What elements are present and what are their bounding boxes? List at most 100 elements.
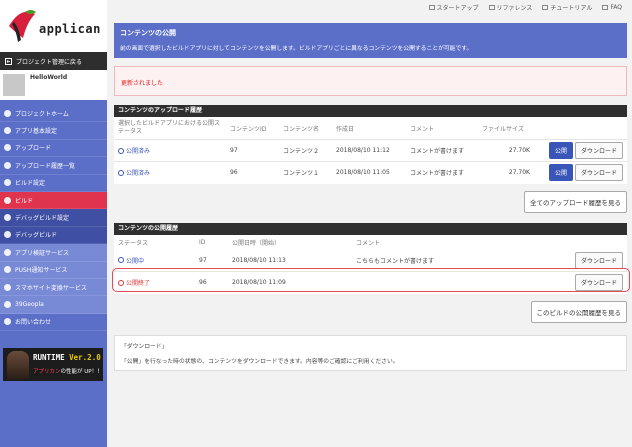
comment	[352, 271, 567, 294]
sidebar-item-label: デバッグビルド設定	[15, 215, 70, 223]
page-title: コンテンツの公開	[120, 29, 176, 37]
applican-logo-icon	[9, 10, 36, 42]
sidebar-item-upload[interactable]: アップロード	[0, 140, 107, 158]
sidebar-item-geopla[interactable]: 39Geopla	[0, 296, 107, 314]
publish-history-header: コンテンツの公開履歴	[114, 222, 627, 235]
column-header: コンテンツ名	[283, 125, 320, 133]
created-date: 2018/08/10 11:05	[332, 161, 406, 184]
comment: コメントが書けます	[406, 139, 478, 162]
sidebar-item-contact[interactable]: お問い合わせ	[0, 314, 107, 332]
question-icon	[602, 5, 609, 10]
sidebar-item-label: アップロード	[15, 145, 52, 153]
check-circle-icon	[118, 147, 124, 154]
table-header-row: 選択したビルドアプリにおける公開ステータス コンテンツID コンテンツ名 作成日…	[114, 117, 627, 140]
download-button[interactable]: ダウンロード	[574, 274, 623, 292]
push-icon	[4, 266, 11, 274]
column-header: 作成日	[336, 125, 355, 133]
sidebar-item-label: アップロード履歴一覧	[15, 162, 76, 170]
publish-more-wrap: このビルドの公開履歴を見る	[114, 294, 627, 329]
comment: コメントが書けます	[406, 161, 478, 184]
sidebar-item-debug-build-settings[interactable]: デバッグビルド設定	[0, 209, 107, 227]
circle-icon	[118, 279, 124, 286]
table-row: 公開済み 97 コンテンツ２ 2018/08/10 11:12 コメントが書けま…	[114, 139, 627, 162]
phone-icon	[4, 283, 11, 291]
sidebar-item-label: スマホサイト変換サービス	[15, 284, 87, 292]
check-circle-icon	[118, 257, 124, 264]
banner-version: Ver.2.0	[69, 353, 101, 362]
reference-link[interactable]: リファレンス	[488, 3, 533, 12]
debug-icon	[4, 231, 11, 239]
content-id: 97	[199, 256, 207, 264]
column-header: 公開日時（開始）	[232, 239, 281, 247]
created-date: 2018/08/10 11:12	[332, 139, 406, 162]
sidebar-item-label: お問い合わせ	[15, 319, 52, 327]
upload-history-table: 選択したビルドアプリにおける公開ステータス コンテンツID コンテンツ名 作成日…	[114, 117, 627, 184]
banner-subtitle: アプリカンの性能が UP！！	[33, 367, 103, 375]
sidebar-item-project-home[interactable]: プロジェクトホーム	[0, 105, 107, 123]
content-name: コンテンツ１	[279, 161, 332, 184]
table-row: 公開終了 96 2018/08/10 11:09 ダウンロード	[114, 271, 627, 294]
column-header: コンテンツID	[230, 125, 267, 133]
banner-title-text: RUNTIME	[33, 353, 70, 362]
sidebar-item-push[interactable]: PUSH通知サービス	[0, 261, 107, 279]
house-icon	[428, 5, 435, 10]
status-text: 公開中	[126, 257, 145, 265]
note-title: 「ダウンロード」	[121, 343, 168, 350]
upload-history-panel: コンテンツのアップロード履歴 選択したビルドアプリにおける公開ステータス コンテ…	[114, 105, 627, 184]
reference-label: リファレンス	[496, 5, 533, 12]
sidebar-item-label: ビルド	[15, 197, 34, 205]
back-icon	[5, 57, 12, 65]
project-name: HelloWorld	[30, 74, 68, 81]
startup-link[interactable]: スタートアップ	[428, 3, 479, 12]
sidebar-item-label: PUSH通知サービス	[15, 267, 68, 275]
sidebar-item-debug-build[interactable]: デバッグビルド	[0, 226, 107, 245]
book-icon	[488, 5, 495, 10]
sidebar-item-build-settings[interactable]: ビルド設定	[0, 175, 107, 192]
build-publish-history-button[interactable]: このビルドの公開履歴を見る	[530, 300, 627, 323]
table-row-active: 公開中 97 2018/08/10 11:13 こちらもコメントが書けます ダウ…	[114, 250, 627, 272]
column-header: コメント	[356, 239, 381, 247]
sidebar-item-smartphone-site[interactable]: スマホサイト変換サービス	[0, 278, 107, 297]
banner-sub: の性能が UP！！	[60, 369, 103, 375]
startup-label: スタートアップ	[436, 5, 479, 12]
sidebar-item-app-settings[interactable]: アプリ基本設定	[0, 122, 107, 140]
build-icon	[4, 196, 11, 204]
all-upload-history-button[interactable]: 全てのアップロード履歴を見る	[524, 190, 627, 213]
download-button[interactable]: ダウンロード	[574, 142, 623, 159]
content-name: コンテンツ２	[279, 139, 332, 162]
publish-button[interactable]: 公開	[549, 164, 574, 182]
download-button[interactable]: ダウンロード	[574, 164, 623, 182]
publish-history-panel: コンテンツの公開履歴 ステータス ID 公開日時（開始） コメント 公開中 97…	[114, 222, 627, 294]
check-circle-icon	[118, 169, 124, 176]
geopla-icon	[4, 300, 11, 308]
home-icon	[4, 109, 11, 117]
sidebar-item-label: 39Geopla	[15, 300, 44, 308]
sidebar-item-label: アプリ検証サービス	[15, 249, 70, 257]
banner-photo	[7, 351, 29, 379]
sidebar-item-build[interactable]: ビルド	[0, 191, 107, 210]
sidebar-item-label: デバッグビルド	[15, 232, 58, 240]
runtime-banner[interactable]: RUNTIME Ver.2.0 アプリカンの性能が UP！！	[3, 348, 103, 381]
column-header-actions	[567, 235, 627, 250]
sidebar: applican プロジェクト管理に戻る HelloWorld プロジェクトホー…	[0, 0, 107, 447]
banner-title: RUNTIME Ver.2.0	[33, 353, 101, 362]
logo-area[interactable]: applican	[0, 0, 107, 52]
faq-link[interactable]: FAQ	[602, 3, 622, 12]
upload-more-wrap: 全てのアップロード履歴を見る	[114, 184, 627, 219]
download-button[interactable]: ダウンロード	[574, 251, 623, 269]
sidebar-item-label: プロジェクトホーム	[15, 110, 69, 118]
sidebar-item-upload-history[interactable]: アップロード履歴一覧	[0, 157, 107, 175]
sidebar-item-app-verification[interactable]: アプリ検証サービス	[0, 244, 107, 262]
list-icon	[4, 161, 11, 169]
content-id: 96	[195, 271, 228, 294]
comment: こちらもコメントが書けます	[356, 257, 435, 265]
wrench-icon	[4, 179, 11, 187]
file-size: 27.70K	[478, 161, 534, 184]
publish-button[interactable]: 公開	[549, 142, 574, 159]
status-text: 公開済み	[126, 148, 151, 155]
status-text: 公開済み	[126, 170, 151, 178]
cap-icon	[542, 5, 549, 10]
back-to-projects-button[interactable]: プロジェクト管理に戻る	[0, 52, 107, 70]
status-text: 公開終了	[126, 280, 151, 288]
tutorial-link[interactable]: チュートリアル	[542, 3, 592, 12]
